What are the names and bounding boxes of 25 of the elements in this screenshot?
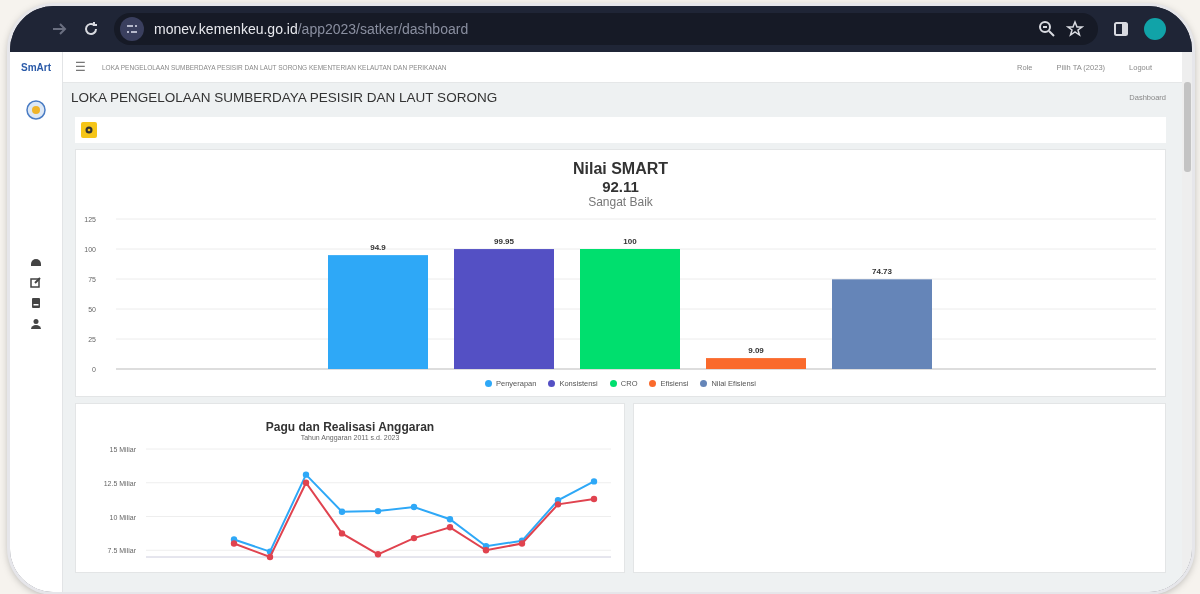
user-icon[interactable]: [30, 318, 42, 330]
edit-icon[interactable]: [30, 276, 42, 288]
data-label: 99.95: [493, 237, 514, 247]
chart-title: Nilai SMART: [572, 160, 669, 178]
book-icon[interactable]: [30, 297, 42, 309]
data-label: 74.73: [871, 267, 892, 277]
star-icon[interactable]: [1066, 20, 1084, 38]
profile-avatar[interactable]: [1144, 18, 1166, 40]
settings-icon: [84, 125, 94, 135]
chart-title: Pagu dan Realisasi Anggaran: [265, 420, 435, 434]
zoom-out-icon[interactable]: [1038, 20, 1056, 38]
settings-button[interactable]: [81, 122, 97, 138]
page-title: LOKA PENGELOLAAN SUMBERDAYA PESISIR DAN LAUT SORONG: [71, 89, 498, 105]
menu-icon[interactable]: ☰: [75, 60, 86, 74]
app-logo[interactable]: SmArt: [21, 52, 51, 82]
data-label: 9.09: [747, 346, 764, 356]
emblem-icon: [26, 100, 46, 120]
data-label: 94.9: [369, 243, 386, 253]
data-label: 100: [622, 237, 637, 246]
side-panel-icon[interactable]: [1112, 20, 1130, 38]
address-bar[interactable]: monev.kemenkeu.go.id/app2023/satker/dashboard: [114, 13, 1098, 45]
reload-icon[interactable]: [82, 20, 100, 38]
site-settings-icon[interactable]: [120, 17, 144, 41]
score-rating: Sangat Baik: [588, 195, 653, 209]
score-value: 92.11: [602, 178, 639, 195]
